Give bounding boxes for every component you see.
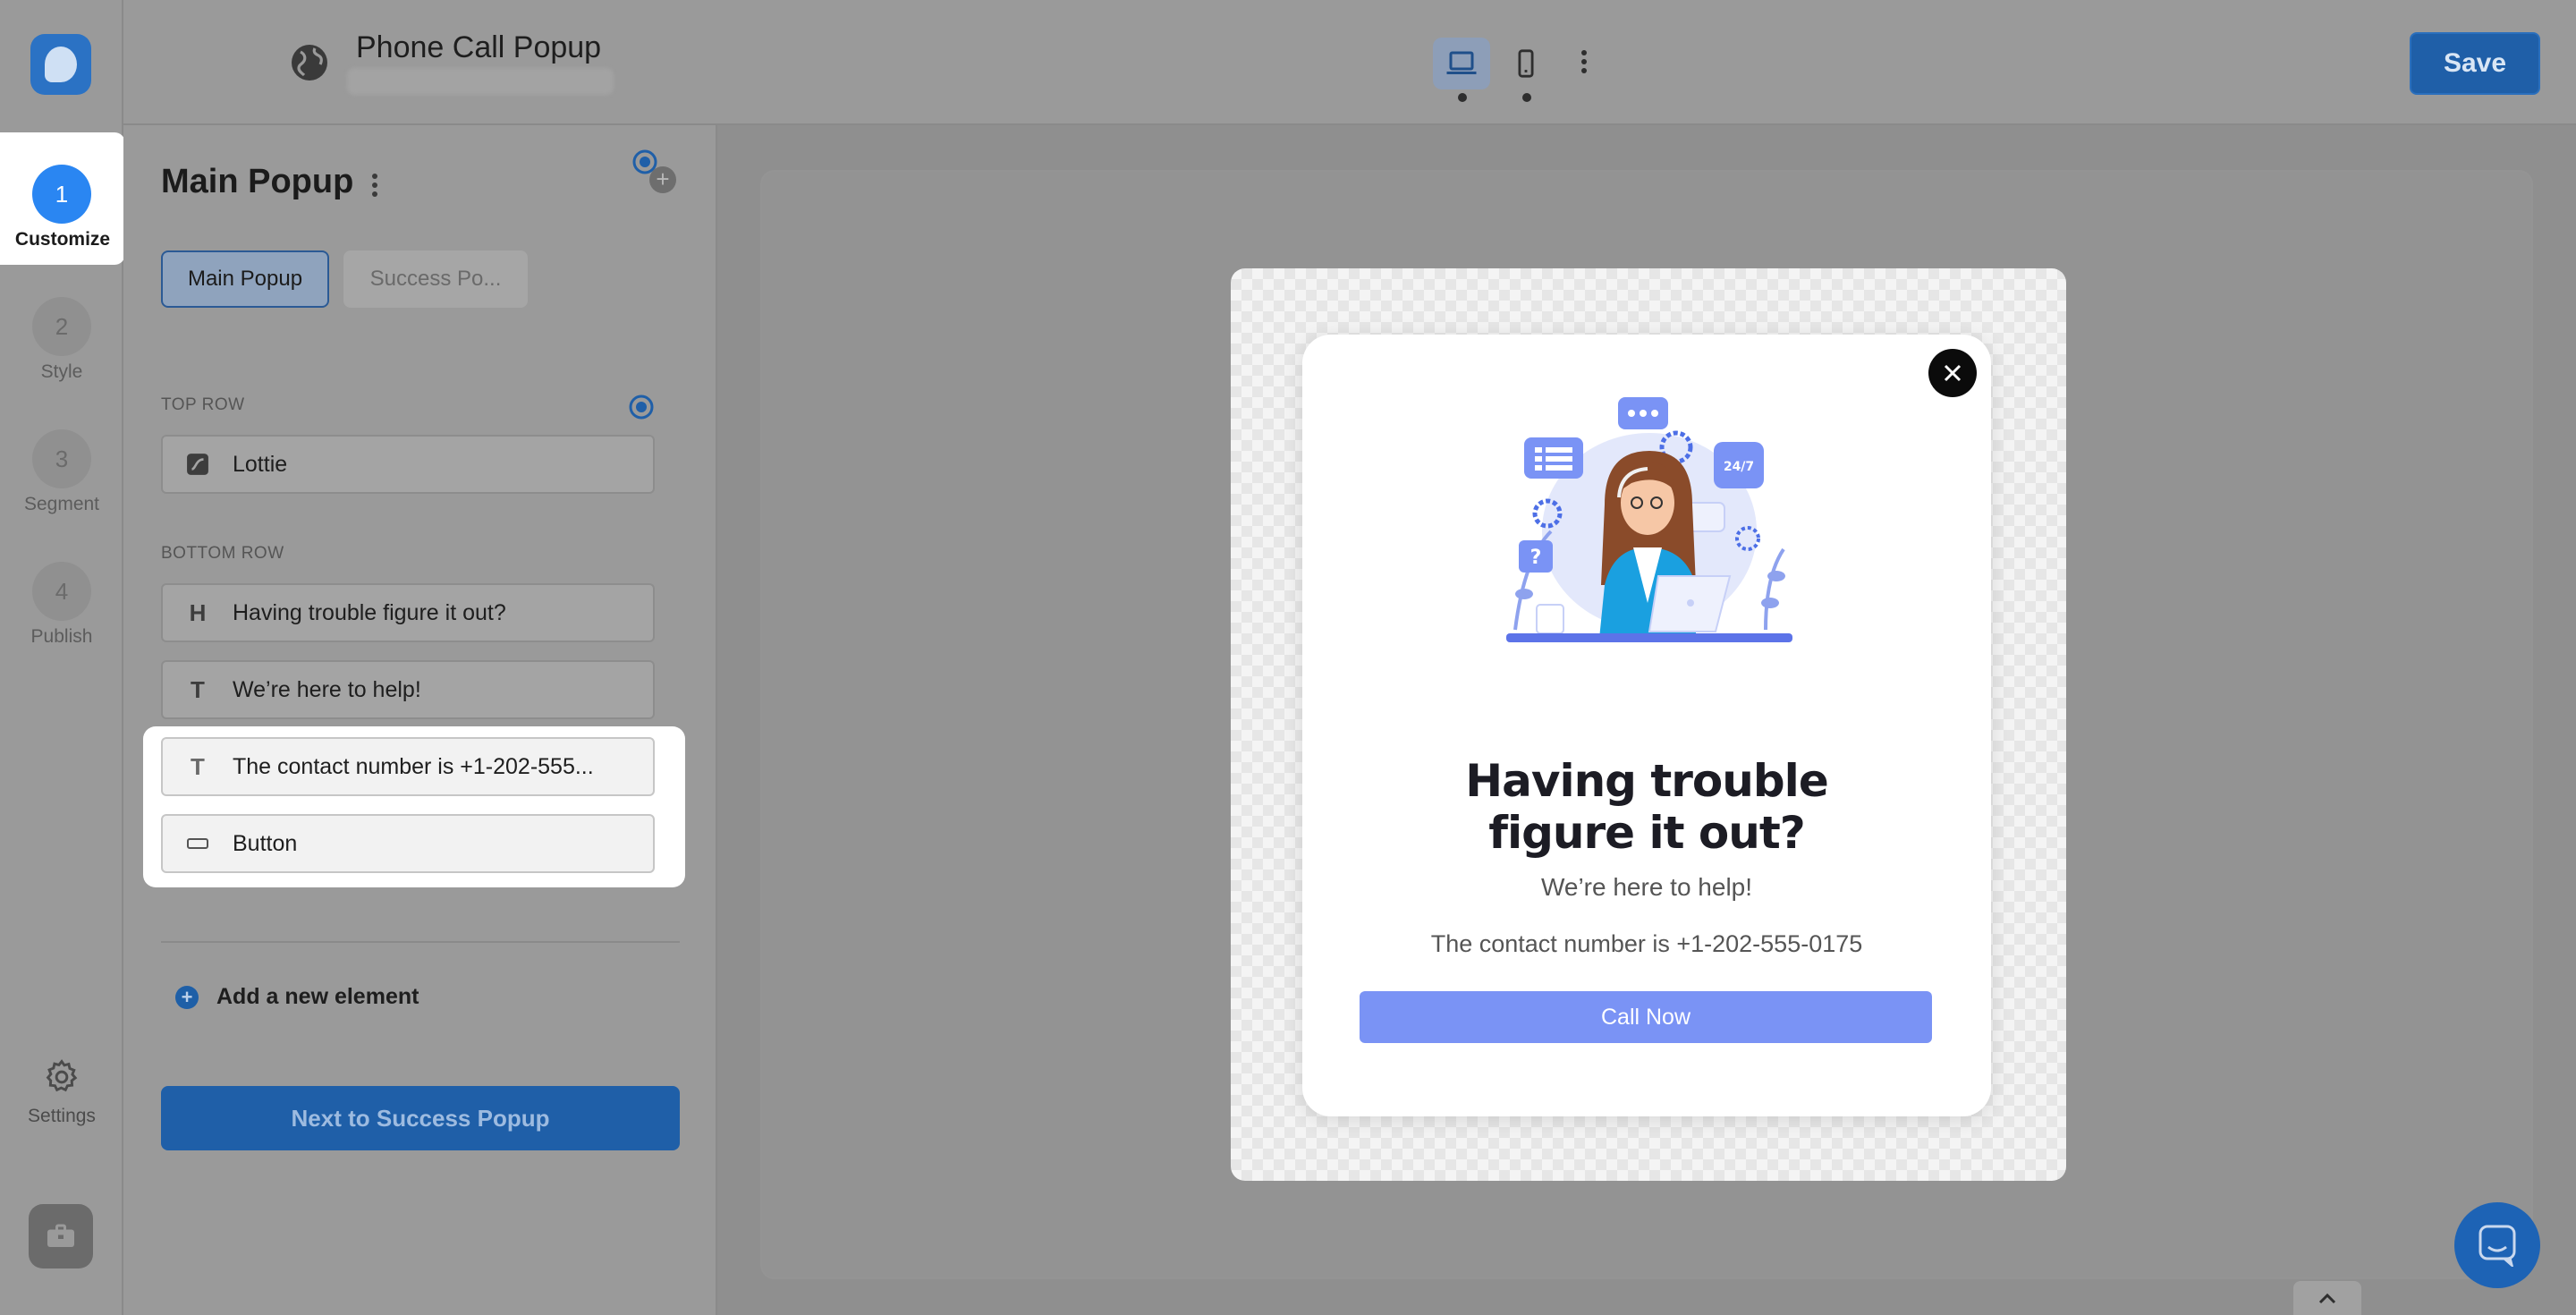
tab-success-popup[interactable]: Success Po... [343,250,528,308]
element-lottie[interactable]: Lottie [161,435,655,494]
app-logo[interactable] [30,34,91,95]
step-customize[interactable]: 1 Customize [0,132,125,265]
globe-icon[interactable] [288,41,331,84]
heading-icon: H [189,598,207,626]
next-button[interactable]: Next to Success Popup [161,1086,680,1150]
call-now-button[interactable]: Call Now [1360,991,1932,1043]
text-icon: T [191,675,205,703]
desktop-view-toggle[interactable] [1433,38,1490,102]
support-agent-illustration: 24/7 ? [1497,397,1801,666]
step-label: Publish [30,626,93,647]
lottie-icon [163,453,233,476]
popup-contact-text: The contact number is +1-202-555-0175 [1430,930,1863,957]
left-rail: 1 Customize 2 Style 3 Segment 4 Publish … [0,0,125,1315]
settings-button[interactable]: Settings [0,1057,123,1127]
tab-main-popup[interactable]: Main Popup [161,250,329,308]
target-icon[interactable] [628,394,655,420]
chat-support-button[interactable] [2454,1202,2540,1288]
step-label: Style [40,361,83,382]
collapse-panel-button[interactable] [2293,1281,2361,1315]
top-bar: Phone Call Popup Save [123,0,2576,125]
editor-panel: Main Popup + Main Popup Success Po... TO… [123,125,717,1315]
button-icon [163,837,233,850]
step-number: 2 [32,297,91,356]
step-label: Customize [14,229,111,250]
page-title[interactable]: Phone Call Popup [356,30,601,65]
bottom-row-label: BOTTOM ROW [161,544,284,563]
svg-text:24/7: 24/7 [1724,460,1754,474]
element-label: Button [233,830,298,856]
settings-label: Settings [28,1106,96,1126]
step-number: 1 [32,165,91,224]
element-subtext[interactable]: T We’re here to help! [161,660,655,719]
subtitle-placeholder [347,68,614,95]
gear-icon [0,1057,123,1097]
close-button[interactable] [1928,349,1977,397]
divider [161,941,680,943]
element-heading[interactable]: H Having trouble figure it out? [161,583,655,642]
save-button[interactable]: Save [2410,32,2540,95]
add-badge-icon[interactable]: + [649,166,676,193]
panel-more-icon[interactable] [370,172,379,199]
step-number: 3 [32,429,91,488]
mobile-view-toggle[interactable] [1497,38,1555,102]
element-label: Lottie [233,451,288,477]
add-element-button[interactable]: + Add a new element [175,984,419,1010]
step-label: Segment [23,494,100,514]
popup-heading: Having trouble figure it out? [1302,755,1991,859]
plus-circle-icon: + [175,985,199,1009]
add-element-label: Add a new element [216,984,419,1009]
top-row-label: TOP ROW [161,395,245,414]
svg-text:?: ? [1530,547,1542,569]
popup-subtext: We’re here to help! [1540,873,1753,901]
panel-title: Main Popup [161,163,354,200]
more-options-icon[interactable] [1580,48,1589,75]
step-publish[interactable]: 4 Publish [0,530,123,662]
element-contact-text[interactable]: T The contact number is +1-202-555... [161,737,655,796]
element-label: We’re here to help! [233,676,421,702]
element-label: Having trouble figure it out? [233,599,506,625]
briefcase-button[interactable] [29,1204,93,1268]
element-button[interactable]: Button [161,814,655,873]
element-label: The contact number is +1-202-555... [233,753,594,779]
step-number: 4 [32,562,91,621]
popup-heading-line2: figure it out? [1488,807,1806,859]
text-icon: T [191,752,205,780]
popup-heading-line1: Having trouble [1465,755,1828,807]
popup-preview: 24/7 ? Having trouble figure it out? We’… [1302,335,1991,1116]
step-style[interactable]: 2 Style [0,265,123,397]
step-segment[interactable]: 3 Segment [0,397,123,530]
